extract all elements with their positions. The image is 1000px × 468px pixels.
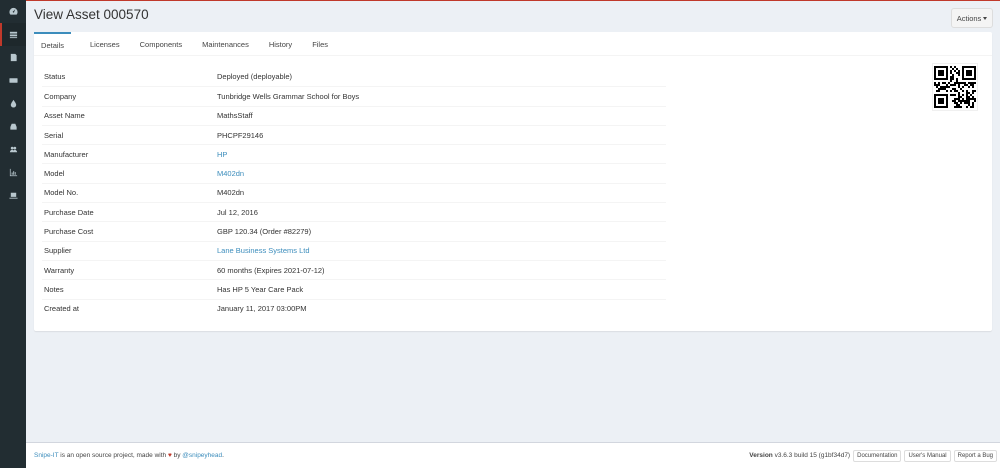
sidebar-item-licenses[interactable] xyxy=(0,46,26,69)
detail-row-notes: Notes Has HP 5 Year Care Pack xyxy=(42,279,666,298)
reports-icon xyxy=(9,168,17,177)
footer-credits: Snipe-IT is an open source project, made… xyxy=(34,452,224,459)
detail-value: Tunbridge Wells Grammar School for Boys xyxy=(217,91,360,101)
tab-components[interactable]: Components xyxy=(130,32,193,56)
documentation-button[interactable]: Documentation xyxy=(853,449,902,462)
version-label: Version xyxy=(749,452,773,459)
tab-bar: Details Licenses Components Maintenances… xyxy=(34,32,992,56)
caret-down-icon xyxy=(983,16,988,20)
version-info: Version v3.6.3 build 15 (g1bf34d7) xyxy=(749,452,850,459)
footer: Snipe-IT is an open source project, made… xyxy=(26,442,1000,468)
snipe-it-link[interactable]: Snipe-IT xyxy=(34,452,58,459)
detail-label: Serial xyxy=(44,130,64,140)
detail-value: January 11, 2017 03:00PM xyxy=(217,304,307,314)
tab-files[interactable]: Files xyxy=(302,32,338,56)
detail-label: Asset Name xyxy=(44,111,85,121)
detail-label: Company xyxy=(44,91,77,101)
sidebar-item-dashboard[interactable] xyxy=(0,0,26,23)
detail-label: Status xyxy=(44,72,66,82)
laptop-icon xyxy=(8,192,18,199)
footer-text: is an open source project, made with xyxy=(58,452,168,459)
detail-label: Supplier xyxy=(44,246,72,256)
qr-code-icon xyxy=(934,66,976,108)
detail-row-manufacturer: Manufacturer HP xyxy=(42,144,666,163)
tab-history[interactable]: History xyxy=(259,32,302,56)
detail-label: Model xyxy=(44,169,65,179)
sidebar-item-laptop[interactable] xyxy=(0,184,26,207)
sidebar-item-components[interactable] xyxy=(0,115,26,138)
detail-row-supplier: Supplier Lane Business Systems Ltd xyxy=(42,240,666,260)
manufacturer-link[interactable]: HP xyxy=(217,150,227,159)
page-title: View Asset 000570 xyxy=(34,7,149,22)
details-table: Status Deployed (deployable) Company Tun… xyxy=(42,67,666,318)
detail-value: M402dn xyxy=(217,188,245,198)
detail-value: MathsStaff xyxy=(217,111,253,121)
tab-details[interactable]: Details xyxy=(34,32,71,56)
detail-label: Notes xyxy=(44,284,64,294)
detail-label: Manufacturer xyxy=(44,149,89,159)
detail-row-purchase-cost: Purchase Cost GBP 120.34 (Order #82279) xyxy=(42,221,666,240)
actions-label: Actions xyxy=(956,13,982,23)
qr-code xyxy=(932,63,978,111)
detail-row-company: Company Tunbridge Wells Grammar School f… xyxy=(42,86,666,105)
detail-row-created-at: Created at January 11, 2017 03:00PM xyxy=(42,298,666,318)
sidebar-item-accessories[interactable] xyxy=(0,69,26,92)
detail-label: Warranty xyxy=(44,265,75,275)
asset-details-box: Details Licenses Components Maintenances… xyxy=(34,32,992,331)
assets-icon xyxy=(9,31,17,39)
people-icon xyxy=(9,146,17,153)
tab-licenses[interactable]: Licenses xyxy=(80,32,130,56)
detail-value: 60 months (Expires 2021-07-12) xyxy=(217,265,325,275)
footer-by: by xyxy=(171,452,183,459)
detail-value: Has HP 5 Year Care Pack xyxy=(217,284,304,294)
detail-value: Deployed (deployable) xyxy=(217,72,293,82)
hdd-icon xyxy=(9,123,17,130)
detail-value: PHCPF29146 xyxy=(217,130,264,140)
detail-label: Model No. xyxy=(44,188,79,198)
dashboard-icon xyxy=(8,7,18,15)
sidebar-item-assets[interactable] xyxy=(0,23,26,46)
main-content: View Asset 000570 Actions Details Licens… xyxy=(26,1,1000,442)
detail-row-status: Status Deployed (deployable) xyxy=(42,67,666,86)
detail-row-warranty: Warranty 60 months (Expires 2021-07-12) xyxy=(42,259,666,279)
sidebar xyxy=(0,0,26,468)
detail-row-model-no: Model No. M402dn xyxy=(42,182,666,202)
footer-right: Version v3.6.3 build 15 (g1bf34d7) Docum… xyxy=(749,449,997,462)
detail-row-asset-name: Asset Name MathsStaff xyxy=(42,105,666,125)
detail-label: Purchase Cost xyxy=(44,227,94,237)
report-bug-button[interactable]: Report a Bug xyxy=(953,449,997,462)
detail-value: GBP 120.34 (Order #82279) xyxy=(217,227,312,237)
supplier-link[interactable]: Lane Business Systems Ltd xyxy=(217,246,310,255)
sidebar-item-consumables[interactable] xyxy=(0,92,26,115)
keyboard-icon xyxy=(8,78,18,83)
sidebar-item-people[interactable] xyxy=(0,138,26,161)
detail-row-serial: Serial PHCPF29146 xyxy=(42,124,666,144)
detail-row-purchase-date: Purchase Date Jul 12, 2016 xyxy=(42,202,666,221)
detail-value: Jul 12, 2016 xyxy=(217,207,258,217)
users-manual-button[interactable]: User's Manual xyxy=(904,449,951,462)
sidebar-item-reports[interactable] xyxy=(0,161,26,184)
detail-label: Purchase Date xyxy=(44,207,94,217)
footer-period: . xyxy=(222,452,224,459)
tab-maintenances[interactable]: Maintenances xyxy=(192,32,259,56)
actions-dropdown-button[interactable]: Actions xyxy=(951,8,993,28)
detail-label: Created at xyxy=(44,304,80,314)
drop-icon xyxy=(10,99,16,108)
licenses-icon xyxy=(10,53,17,62)
detail-row-model: Model M402dn xyxy=(42,163,666,182)
model-link[interactable]: M402dn xyxy=(217,169,244,178)
version-value: v3.6.3 build 15 (g1bf34d7) xyxy=(772,452,851,459)
author-link[interactable]: @snipeyhead xyxy=(182,452,222,459)
